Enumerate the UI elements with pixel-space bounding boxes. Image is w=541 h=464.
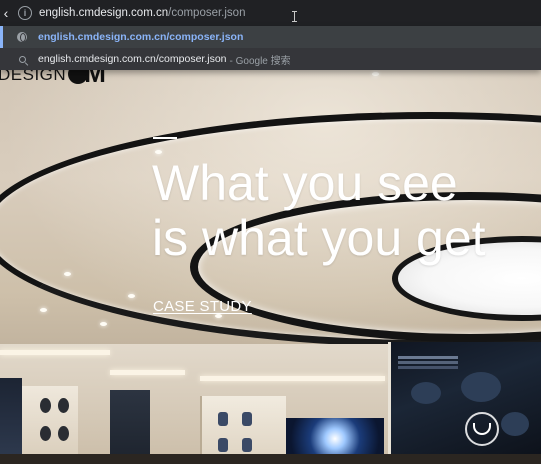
headline-line-1: What you see xyxy=(152,155,458,211)
light-band xyxy=(110,370,185,375)
info-icon[interactable]: i xyxy=(18,6,32,20)
chevron-left-icon[interactable]: ‹ xyxy=(0,0,12,26)
headline-dash xyxy=(153,137,177,139)
product xyxy=(218,438,228,452)
watch xyxy=(58,398,69,413)
watch xyxy=(40,398,51,413)
watch-display xyxy=(22,386,78,464)
product xyxy=(218,412,228,426)
downlight xyxy=(128,294,135,298)
case-study-link[interactable]: CASE STUDY xyxy=(153,298,252,315)
downlight xyxy=(64,272,71,276)
suggestion-search[interactable]: english.cmdesign.com.cn/composer.json - … xyxy=(0,48,541,70)
light-band xyxy=(0,350,110,355)
globe-icon xyxy=(17,32,27,42)
screen-graphic xyxy=(411,382,441,404)
suggestion-url[interactable]: english.cmdesign.com.cn/composer.json xyxy=(0,26,541,48)
screen-graphic xyxy=(461,372,501,402)
product xyxy=(242,438,252,452)
cup-icon xyxy=(473,423,491,435)
suggestion-text: english.cmdesign.com.cn/composer.json xyxy=(38,53,227,65)
address-bar: ‹ i english.cmdesign.com.cn/composer.jso… xyxy=(0,0,541,26)
watch xyxy=(58,426,69,441)
downlight xyxy=(155,150,162,154)
downlight xyxy=(40,308,47,312)
store-doorway xyxy=(110,390,150,464)
screen-caption xyxy=(398,356,458,359)
light-band xyxy=(200,376,385,381)
floor xyxy=(0,454,541,464)
product xyxy=(242,412,252,426)
downlight xyxy=(100,322,107,326)
watch xyxy=(40,426,51,441)
scroll-circle-button[interactable] xyxy=(465,412,499,446)
omnibox-dropdown: english.cmdesign.com.cn/composer.json en… xyxy=(0,26,541,70)
headline-line-2: is what you get xyxy=(152,210,486,266)
wall-screen xyxy=(0,378,22,464)
url-host: english.cmdesign.com.cn xyxy=(39,7,169,19)
url-path: /composer.json xyxy=(168,7,246,19)
suggestion-text: english.cmdesign.com.cn/composer.json xyxy=(38,31,244,43)
text-cursor xyxy=(292,11,297,22)
large-display-screen xyxy=(388,342,541,464)
url-input[interactable]: english.cmdesign.com.cn/composer.json xyxy=(39,7,245,19)
downlight xyxy=(372,72,379,76)
hero-headline: What you see is what you get xyxy=(152,156,541,266)
screen-graphic xyxy=(501,412,529,436)
suggestion-hint: - Google 搜索 xyxy=(229,55,291,67)
search-icon xyxy=(17,54,27,64)
